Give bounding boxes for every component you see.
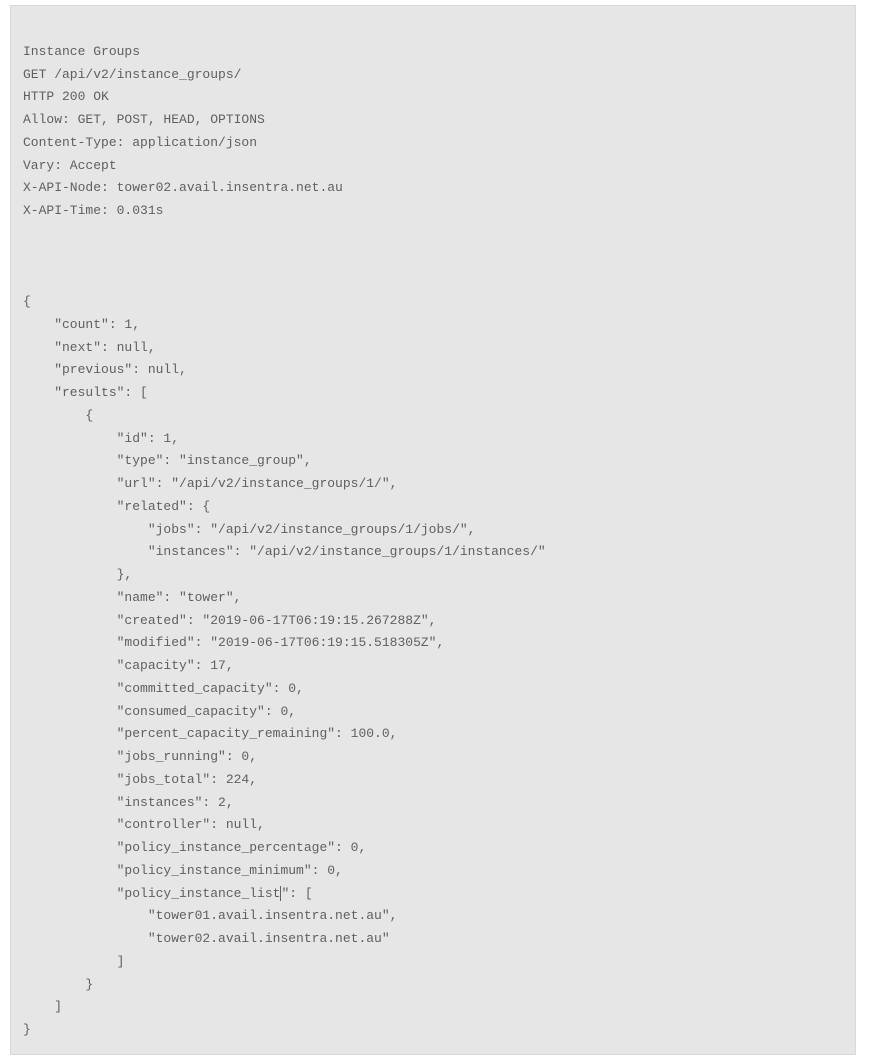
- json-name: "name": "tower",: [23, 590, 241, 605]
- json-jobs-running: "jobs_running": 0,: [23, 749, 257, 764]
- json-policy-item-1: "tower01.avail.insentra.net.au",: [23, 908, 397, 923]
- json-policy-list-open-suffix: ": [: [281, 886, 312, 901]
- json-count: "count": 1,: [23, 317, 140, 332]
- json-open: {: [23, 294, 31, 309]
- header-x-api-node: X-API-Node: tower02.avail.insentra.net.a…: [23, 180, 343, 195]
- json-modified: "modified": "2019-06-17T06:19:15.518305Z…: [23, 635, 444, 650]
- json-percent: "percent_capacity_remaining": 100.0,: [23, 726, 397, 741]
- header-allow: Allow: GET, POST, HEAD, OPTIONS: [23, 112, 265, 127]
- json-related-open: "related": {: [23, 499, 210, 514]
- header-content-type: Content-Type: application/json: [23, 135, 257, 150]
- json-id: "id": 1,: [23, 431, 179, 446]
- json-policy-list-close: ]: [23, 954, 124, 969]
- header-vary: Vary: Accept: [23, 158, 117, 173]
- json-previous: "previous": null,: [23, 362, 187, 377]
- json-policy-min: "policy_instance_minimum": 0,: [23, 863, 343, 878]
- json-created: "created": "2019-06-17T06:19:15.267288Z"…: [23, 613, 436, 628]
- status-line: HTTP 200 OK: [23, 89, 109, 104]
- json-next: "next": null,: [23, 340, 156, 355]
- json-results-open: "results": [: [23, 385, 148, 400]
- json-policy-pct: "policy_instance_percentage": 0,: [23, 840, 366, 855]
- json-item-close: }: [23, 977, 93, 992]
- json-jobs-total: "jobs_total": 224,: [23, 772, 257, 787]
- json-results-close: ]: [23, 999, 62, 1014]
- json-policy-item-2: "tower02.avail.insentra.net.au": [23, 931, 390, 946]
- json-consumed: "consumed_capacity": 0,: [23, 704, 296, 719]
- request-line: GET /api/v2/instance_groups/: [23, 67, 241, 82]
- json-policy-list-open-prefix: "policy_instance_list: [23, 886, 280, 901]
- json-instances: "instances": 2,: [23, 795, 234, 810]
- json-controller: "controller": null,: [23, 817, 265, 832]
- json-related-close: },: [23, 567, 132, 582]
- json-type: "type": "instance_group",: [23, 453, 312, 468]
- json-committed: "committed_capacity": 0,: [23, 681, 304, 696]
- api-response-panel: Instance Groups GET /api/v2/instance_gro…: [10, 5, 856, 1055]
- header-x-api-time: X-API-Time: 0.031s: [23, 203, 163, 218]
- json-url: "url": "/api/v2/instance_groups/1/",: [23, 476, 397, 491]
- json-close: }: [23, 1022, 31, 1037]
- response-title: Instance Groups: [23, 44, 140, 59]
- json-related-jobs: "jobs": "/api/v2/instance_groups/1/jobs/…: [23, 522, 475, 537]
- json-related-instances: "instances": "/api/v2/instance_groups/1/…: [23, 544, 546, 559]
- json-capacity: "capacity": 17,: [23, 658, 234, 673]
- json-item-open: {: [23, 408, 93, 423]
